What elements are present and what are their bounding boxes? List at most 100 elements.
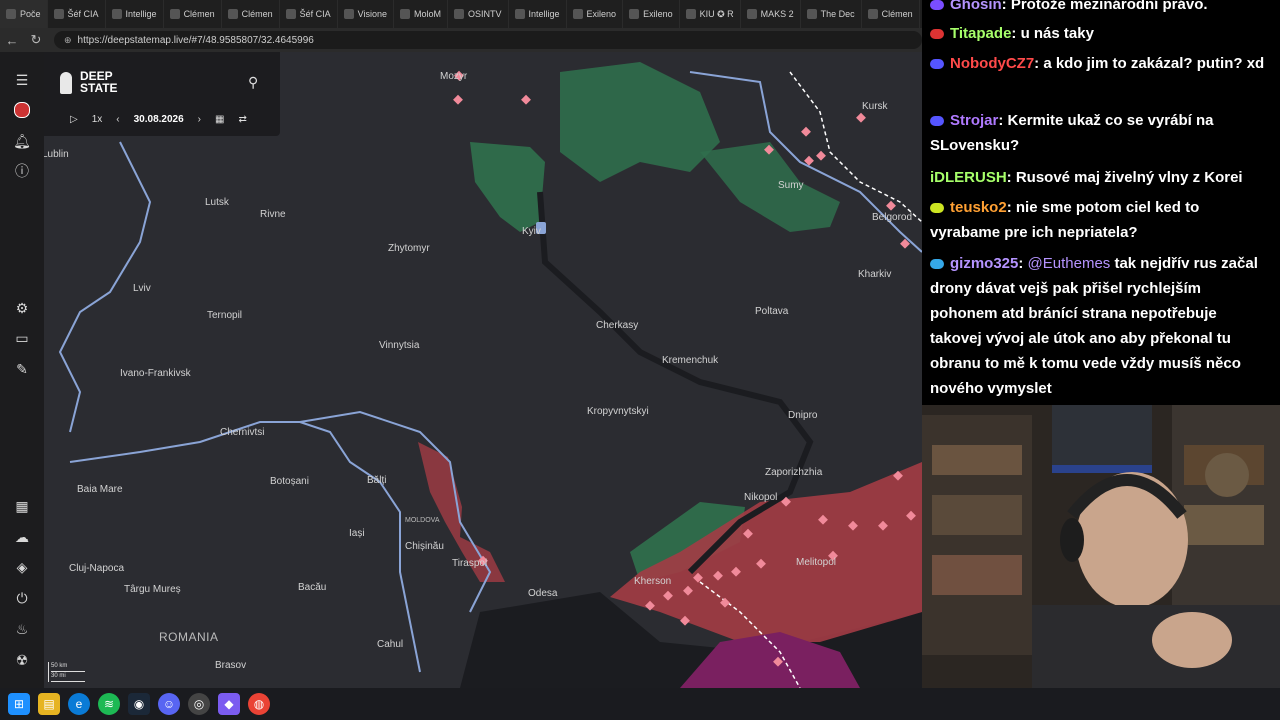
filters-icon[interactable]: ⚙︎	[12, 298, 32, 318]
browser-tab[interactable]: KIU ✪ R	[680, 0, 741, 28]
deepstate-logo[interactable]: DEEP STATE	[60, 70, 118, 94]
tab-label: Visione	[357, 9, 387, 19]
browser-tab[interactable]: Šéf CIA	[280, 0, 338, 28]
ruler-icon[interactable]: ▭	[12, 328, 32, 348]
chat-badge-icon	[930, 259, 944, 270]
windows-start-icon[interactable]: ⊞	[8, 693, 30, 715]
tab-label: Poče	[20, 9, 41, 19]
browser-tab[interactable]: Poče	[0, 0, 48, 28]
chart-icon[interactable]: ▦	[12, 496, 32, 516]
fire-icon[interactable]: ♨︎	[12, 619, 32, 639]
file-explorer-icon[interactable]: ▤	[38, 693, 60, 715]
chat-badge-icon	[930, 0, 944, 11]
draw-icon[interactable]: ✎	[12, 359, 32, 379]
tab-label: MAKS 2	[760, 9, 794, 19]
city-label: Dnipro	[788, 410, 818, 421]
speed-selector[interactable]: 1x	[92, 114, 103, 125]
previous-date-icon[interactable]: ‹	[116, 114, 119, 125]
back-icon[interactable]: ←	[0, 28, 24, 52]
info-icon[interactable]: ⓘ	[12, 161, 32, 181]
city-label: Belgorod	[872, 212, 913, 223]
tab-label: Exileno	[586, 9, 617, 19]
city-label: Bacău	[298, 582, 327, 593]
play-icon[interactable]: ▷	[70, 114, 78, 125]
discord-icon[interactable]: ☺	[158, 693, 180, 715]
chat-text: : Protože mezinárodní právo.	[1001, 0, 1208, 13]
tab-label: The Dec	[820, 9, 855, 19]
browser-tab[interactable]: MAKS 2	[741, 0, 801, 28]
city-label: Târgu Mureș	[124, 584, 181, 595]
city-label: Tiraspol	[452, 558, 488, 569]
browser-tab[interactable]: Exileno	[623, 0, 680, 28]
city-label: Vinnytsia	[379, 340, 420, 351]
browser-tab[interactable]: Clémen	[222, 0, 280, 28]
chat-username[interactable]: teusko2	[950, 199, 1007, 216]
city-label: Kherson	[634, 576, 672, 587]
chat-message: iDLERUSH: Rusové maj živelný vlny z Kore…	[930, 165, 1272, 190]
city-label: Lutsk	[205, 197, 229, 208]
obs-icon[interactable]: ◎	[188, 693, 210, 715]
browser-tab[interactable]: Šéf CIA	[48, 0, 106, 28]
date-label[interactable]: 30.08.2026	[134, 114, 184, 125]
chat-username[interactable]: NobodyCZ7	[950, 55, 1034, 72]
steam-icon[interactable]: ◉	[128, 693, 150, 715]
city-label: Cahul	[377, 639, 404, 650]
webcam-image	[922, 405, 1280, 688]
cloud-icon[interactable]: ☁︎	[12, 527, 32, 547]
war-map[interactable]: Lublin Lutsk Rivne Zhytomyr Kyiv Lviv Ternopil…	[0, 52, 922, 688]
city-label: Poltava	[755, 306, 789, 317]
tab-label: KIU ✪ R	[699, 8, 734, 19]
chat-username[interactable]: Titapade	[950, 25, 1011, 42]
calendar-icon[interactable]: ▦	[215, 114, 224, 125]
chat-mention[interactable]: @Euthemes	[1028, 255, 1111, 272]
chat-username[interactable]: Strojar	[950, 112, 998, 129]
chrome-icon[interactable]: ◍	[248, 693, 270, 715]
menu-icon[interactable]: ☰	[12, 70, 32, 90]
site-info-icon[interactable]: ⊕	[64, 35, 72, 46]
tab-label: Šéf CIA	[67, 9, 99, 19]
chat-text: : a kdo jim to zakázal? putin? xd	[1034, 55, 1265, 72]
browser-tab[interactable]: Intellige	[106, 0, 164, 28]
reload-icon[interactable]: ↻	[24, 28, 48, 52]
city-label: Odesa	[528, 588, 558, 599]
edge-icon[interactable]: e	[68, 693, 90, 715]
url-field[interactable]: ⊕ https://deepstatemap.live/#7/48.958580…	[54, 31, 922, 49]
browser-tab[interactable]: OSINTV	[448, 0, 509, 28]
browser-tab[interactable]: MoloM	[394, 0, 448, 28]
browser-address-bar: ← ↻ ⊕ https://deepstatemap.live/#7/48.95…	[0, 28, 922, 52]
tab-favicon-icon	[399, 9, 410, 19]
map-sidebar: ☰ 🔔︎ ⓘ ⚙︎ ▭ ✎ ▦ ☁︎ ◈ ⏻ ♨︎ ☢︎	[0, 52, 44, 688]
city-label: Iași	[349, 528, 365, 539]
browser-tab[interactable]: Clémen	[164, 0, 222, 28]
compare-icon[interactable]: ⇄	[238, 114, 246, 125]
liberated-area-northeast	[560, 62, 720, 182]
chat-username[interactable]: Ghosin	[950, 0, 1002, 13]
radiation-icon[interactable]: ☢︎	[12, 650, 32, 670]
app-icon[interactable]: ◆	[218, 693, 240, 715]
chat-badge-icon	[930, 203, 944, 214]
chat-text-rest: tak nejdřív rus začal drony dávat vejš p…	[930, 255, 1258, 397]
spotify-icon[interactable]: ≋	[98, 693, 120, 715]
webcam-feed	[922, 405, 1280, 688]
browser-tab[interactable]: Exileno	[567, 0, 624, 28]
notifications-icon[interactable]: 🔔︎	[12, 131, 32, 151]
browser-tab[interactable]: Clémen	[862, 0, 920, 28]
tab-label: Clémen	[881, 9, 913, 19]
city-label: MOLDOVA	[405, 517, 440, 524]
browser-tab[interactable]: The Dec	[801, 0, 862, 28]
language-flag-icon[interactable]	[12, 100, 32, 120]
chat-message: Strojar: Kermite ukaž co se vyrábí na SL…	[930, 108, 1272, 158]
browser-tab[interactable]: Visione	[338, 0, 394, 28]
search-icon[interactable]: ⚲	[248, 74, 258, 91]
power-icon[interactable]: ⏻	[12, 588, 32, 608]
tab-favicon-icon	[6, 9, 16, 19]
next-date-icon[interactable]: ›	[198, 114, 201, 125]
city-label: Melitopol	[796, 557, 837, 568]
tab-label: MoloM	[413, 9, 441, 19]
chat-username[interactable]: iDLERUSH	[930, 169, 1007, 186]
chat-username[interactable]: gizmo325	[950, 255, 1018, 272]
tab-favicon-icon	[111, 9, 122, 19]
layers-icon[interactable]: ◈	[12, 557, 32, 577]
browser-tab[interactable]: Intellige	[509, 0, 567, 28]
chat-message: NobodyCZ7: a kdo jim to zakázal? putin? …	[930, 51, 1272, 76]
